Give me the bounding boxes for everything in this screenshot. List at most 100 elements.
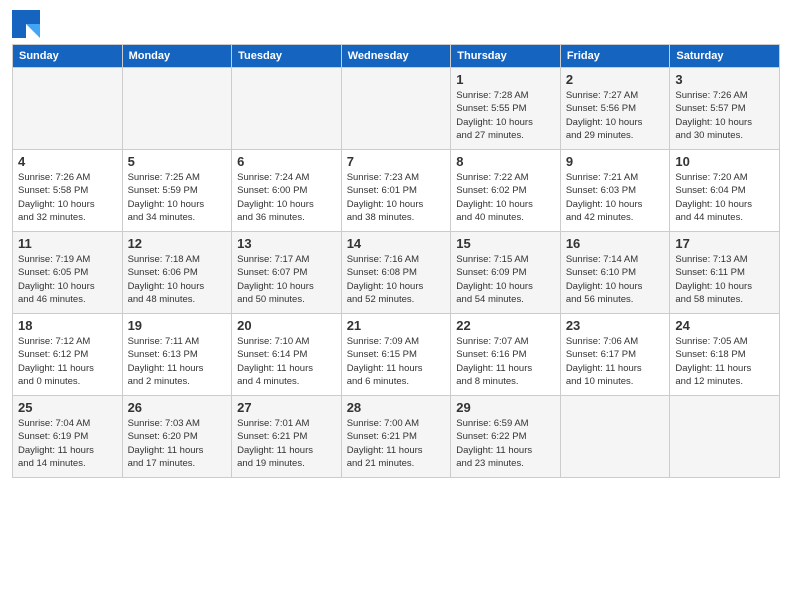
calendar-cell: 19 Sunrise: 7:11 AMSunset: 6:13 PMDayligh… (122, 314, 232, 396)
calendar-header-row: SundayMondayTuesdayWednesdayThursdayFrid… (13, 45, 780, 68)
calendar-cell: 5 Sunrise: 7:25 AMSunset: 5:59 PMDaylight… (122, 150, 232, 232)
calendar-cell: 7 Sunrise: 7:23 AMSunset: 6:01 PMDaylight… (341, 150, 451, 232)
day-number: 8 (456, 154, 555, 169)
calendar-cell (232, 68, 342, 150)
calendar-week-row: 11Sunrise: 7:19 AMSunset: 6:05 PMDayligh… (13, 232, 780, 314)
day-info: Sunrise: 7:23 AMSunset: 6:01 PMDaylight:… (347, 171, 446, 224)
day-info: Sunrise: 7:25 AMSunset: 5:59 PMDaylight:… (128, 171, 227, 224)
day-info: Sunrise: 7:28 AMSunset: 5:55 PMDaylight:… (456, 89, 555, 142)
day-info: Sunrise: 7:06 AMSunset: 6:17 PMDaylight:… (566, 335, 665, 388)
calendar-table: SundayMondayTuesdayWednesdayThursdayFrid… (12, 44, 780, 478)
day-info: Sunrise: 7:26 AMSunset: 5:57 PMDaylight:… (675, 89, 774, 142)
calendar-cell: 27 Sunrise: 7:01 AMSunset: 6:21 PMDayligh… (232, 396, 342, 478)
column-header-saturday: Saturday (670, 45, 780, 68)
calendar-cell: 18Sunrise: 7:12 AMSunset: 6:12 PMDayligh… (13, 314, 123, 396)
day-info: Sunrise: 7:09 AMSunset: 6:15 PMDaylight:… (347, 335, 446, 388)
calendar-cell: 25Sunrise: 7:04 AMSunset: 6:19 PMDayligh… (13, 396, 123, 478)
day-info: Sunrise: 7:16 AMSunset: 6:08 PMDaylight:… (347, 253, 446, 306)
calendar-cell: 9 Sunrise: 7:21 AMSunset: 6:03 PMDaylight… (560, 150, 670, 232)
day-number: 4 (18, 154, 117, 169)
day-info: Sunrise: 6:59 AMSunset: 6:22 PMDaylight:… (456, 417, 555, 470)
day-info: Sunrise: 7:05 AMSunset: 6:18 PMDaylight:… (675, 335, 774, 388)
day-number: 15 (456, 236, 555, 251)
day-info: Sunrise: 7:19 AMSunset: 6:05 PMDaylight:… (18, 253, 117, 306)
day-info: Sunrise: 7:26 AMSunset: 5:58 PMDaylight:… (18, 171, 117, 224)
calendar-cell: 20 Sunrise: 7:10 AMSunset: 6:14 PMDayligh… (232, 314, 342, 396)
column-header-friday: Friday (560, 45, 670, 68)
day-number: 24 (675, 318, 774, 333)
day-number: 3 (675, 72, 774, 87)
calendar-cell: 21 Sunrise: 7:09 AMSunset: 6:15 PMDayligh… (341, 314, 451, 396)
day-info: Sunrise: 7:07 AMSunset: 6:16 PMDaylight:… (456, 335, 555, 388)
calendar-cell: 14Sunrise: 7:16 AMSunset: 6:08 PMDayligh… (341, 232, 451, 314)
day-info: Sunrise: 7:20 AMSunset: 6:04 PMDaylight:… (675, 171, 774, 224)
day-info: Sunrise: 7:10 AMSunset: 6:14 PMDaylight:… (237, 335, 336, 388)
day-number: 28 (347, 400, 446, 415)
day-number: 7 (347, 154, 446, 169)
calendar-cell: 6Sunrise: 7:24 AMSunset: 6:00 PMDaylight… (232, 150, 342, 232)
day-number: 18 (18, 318, 117, 333)
day-number: 21 (347, 318, 446, 333)
calendar-cell (122, 68, 232, 150)
calendar-cell: 13 Sunrise: 7:17 AMSunset: 6:07 PMDayligh… (232, 232, 342, 314)
day-info: Sunrise: 7:03 AMSunset: 6:20 PMDaylight:… (128, 417, 227, 470)
day-info: Sunrise: 7:27 AMSunset: 5:56 PMDaylight:… (566, 89, 665, 142)
day-number: 22 (456, 318, 555, 333)
header (12, 10, 780, 38)
calendar-cell: 10 Sunrise: 7:20 AMSunset: 6:04 PMDayligh… (670, 150, 780, 232)
calendar-cell: 26 Sunrise: 7:03 AMSunset: 6:20 PMDayligh… (122, 396, 232, 478)
calendar-cell (341, 68, 451, 150)
day-number: 23 (566, 318, 665, 333)
day-info: Sunrise: 7:22 AMSunset: 6:02 PMDaylight:… (456, 171, 555, 224)
day-number: 19 (128, 318, 227, 333)
day-info: Sunrise: 7:24 AMSunset: 6:00 PMDaylight:… (237, 171, 336, 224)
day-number: 16 (566, 236, 665, 251)
column-header-monday: Monday (122, 45, 232, 68)
column-header-tuesday: Tuesday (232, 45, 342, 68)
day-number: 27 (237, 400, 336, 415)
calendar-cell: 1 Sunrise: 7:28 AMSunset: 5:55 PMDaylight… (451, 68, 561, 150)
calendar-week-row: 4 Sunrise: 7:26 AMSunset: 5:58 PMDaylight… (13, 150, 780, 232)
day-number: 5 (128, 154, 227, 169)
day-info: Sunrise: 7:15 AMSunset: 6:09 PMDaylight:… (456, 253, 555, 306)
day-info: Sunrise: 7:13 AMSunset: 6:11 PMDaylight:… (675, 253, 774, 306)
column-header-sunday: Sunday (13, 45, 123, 68)
day-info: Sunrise: 7:21 AMSunset: 6:03 PMDaylight:… (566, 171, 665, 224)
day-number: 17 (675, 236, 774, 251)
day-info: Sunrise: 7:18 AMSunset: 6:06 PMDaylight:… (128, 253, 227, 306)
calendar-cell: 23 Sunrise: 7:06 AMSunset: 6:17 PMDayligh… (560, 314, 670, 396)
calendar-cell: 8 Sunrise: 7:22 AMSunset: 6:02 PMDaylight… (451, 150, 561, 232)
day-number: 25 (18, 400, 117, 415)
calendar-cell: 2 Sunrise: 7:27 AMSunset: 5:56 PMDaylight… (560, 68, 670, 150)
calendar-cell: 24 Sunrise: 7:05 AMSunset: 6:18 PMDayligh… (670, 314, 780, 396)
logo (12, 10, 42, 38)
page-container: SundayMondayTuesdayWednesdayThursdayFrid… (0, 0, 792, 486)
calendar-cell: 17 Sunrise: 7:13 AMSunset: 6:11 PMDayligh… (670, 232, 780, 314)
day-number: 20 (237, 318, 336, 333)
column-header-thursday: Thursday (451, 45, 561, 68)
calendar-cell: 28Sunrise: 7:00 AMSunset: 6:21 PMDayligh… (341, 396, 451, 478)
day-info: Sunrise: 7:14 AMSunset: 6:10 PMDaylight:… (566, 253, 665, 306)
column-header-wednesday: Wednesday (341, 45, 451, 68)
day-info: Sunrise: 7:01 AMSunset: 6:21 PMDaylight:… (237, 417, 336, 470)
calendar-cell: 15 Sunrise: 7:15 AMSunset: 6:09 PMDayligh… (451, 232, 561, 314)
calendar-week-row: 1 Sunrise: 7:28 AMSunset: 5:55 PMDaylight… (13, 68, 780, 150)
calendar-cell: 12 Sunrise: 7:18 AMSunset: 6:06 PMDayligh… (122, 232, 232, 314)
day-number: 9 (566, 154, 665, 169)
calendar-cell: 22 Sunrise: 7:07 AMSunset: 6:16 PMDayligh… (451, 314, 561, 396)
calendar-cell: 29 Sunrise: 6:59 AMSunset: 6:22 PMDayligh… (451, 396, 561, 478)
calendar-cell: 16 Sunrise: 7:14 AMSunset: 6:10 PMDayligh… (560, 232, 670, 314)
day-number: 12 (128, 236, 227, 251)
day-number: 26 (128, 400, 227, 415)
calendar-cell: 3 Sunrise: 7:26 AMSunset: 5:57 PMDaylight… (670, 68, 780, 150)
calendar-cell: 4 Sunrise: 7:26 AMSunset: 5:58 PMDaylight… (13, 150, 123, 232)
day-number: 29 (456, 400, 555, 415)
day-number: 2 (566, 72, 665, 87)
day-number: 10 (675, 154, 774, 169)
day-number: 1 (456, 72, 555, 87)
calendar-cell (13, 68, 123, 150)
calendar-cell: 11Sunrise: 7:19 AMSunset: 6:05 PMDayligh… (13, 232, 123, 314)
day-info: Sunrise: 7:17 AMSunset: 6:07 PMDaylight:… (237, 253, 336, 306)
day-number: 13 (237, 236, 336, 251)
day-info: Sunrise: 7:11 AMSunset: 6:13 PMDaylight:… (128, 335, 227, 388)
